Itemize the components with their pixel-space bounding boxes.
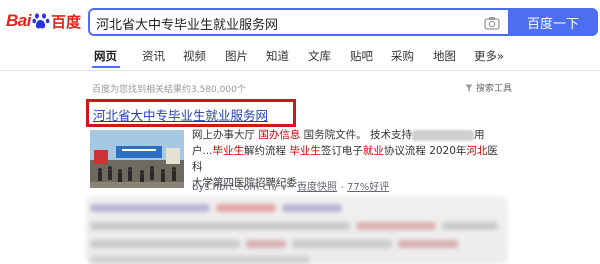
result-count: 百度为您找到相关结果约3,580,000个 (92, 85, 246, 95)
tab-video[interactable]: 视频 (183, 48, 206, 64)
tab-news[interactable]: 资讯 (142, 48, 165, 64)
abstract-line-2: 户...毕业生解约流程 毕业生签订电子就业协议流程 2020年河北医科 (192, 143, 502, 175)
result-url[interactable]: bys.hbrc.com.cn/ (192, 182, 278, 193)
snapshot-link[interactable]: 百度快照 (297, 182, 337, 193)
tabs-divider (0, 70, 600, 71)
abstract-highlight: 国办信息 (258, 129, 301, 141)
tab-images[interactable]: 图片 (225, 48, 248, 64)
dropdown-arrow-icon[interactable]: ▼ (281, 183, 287, 192)
baidu-logo[interactable]: Bai 百度 (6, 9, 82, 33)
abstract-highlight: 毕业生 (212, 145, 245, 157)
search-tools-button[interactable]: 搜索工具 (465, 81, 512, 94)
tab-tieba[interactable]: 贴吧 (350, 48, 373, 64)
abstract-text: 网上办事大厅 (192, 129, 259, 141)
abstract-line-1: 网上办事大厅 国办信息 国务院文件。 技术支持 用 (192, 127, 502, 143)
annotation-highlight-box: 河北省大中专毕业生就业服务网 (86, 99, 296, 127)
baidu-search-page: Bai 百度 百度一下 (0, 0, 600, 264)
search-box (88, 8, 508, 36)
paw-icon (32, 12, 50, 30)
tab-zhidao[interactable]: 知道 (266, 48, 289, 64)
logo-du-text: 百度 (50, 12, 81, 31)
result-meta: bys.hbrc.com.cn/ ▼ - 百度快照 - 77%好评 (192, 178, 389, 193)
camera-icon[interactable] (484, 15, 500, 30)
tab-map[interactable]: 地图 (433, 48, 456, 64)
abstract-highlight: 河北 (466, 145, 488, 157)
search-input[interactable] (96, 13, 476, 33)
result-thumbnail[interactable] (90, 130, 184, 188)
tab-caigou[interactable]: 采购 (391, 48, 414, 64)
separator: - (340, 182, 344, 193)
redacted-text (412, 129, 475, 141)
abstract-text: 签订电子 (320, 145, 363, 157)
abstract-text: 国务院文件。 技术支持 (300, 129, 413, 141)
search-button[interactable]: 百度一下 (508, 8, 598, 36)
rating-link[interactable]: 77%好评 (347, 182, 389, 193)
active-tab-indicator (92, 66, 120, 68)
tab-wenku[interactable]: 文库 (308, 48, 331, 64)
tab-web[interactable]: 网页 (94, 48, 117, 64)
tab-more[interactable]: 更多» (474, 48, 504, 64)
abstract-highlight: 毕业生 (289, 145, 321, 157)
search-header: Bai 百度 百度一下 (0, 0, 600, 40)
search-tabs: 网页 资讯 视频 图片 知道 文库 贴吧 采购 地图 更多» (0, 44, 600, 70)
logo-bai-text: Bai (6, 11, 31, 30)
abstract-highlight: 就业 (362, 145, 384, 157)
blurred-result (86, 196, 508, 264)
abstract-text: 用 (474, 129, 485, 141)
separator: - (290, 182, 294, 193)
search-tools-label: 搜索工具 (475, 84, 512, 94)
result-title-link[interactable]: 河北省大中专毕业生就业服务网 (93, 105, 268, 124)
abstract-text: 解约流程 (244, 145, 290, 157)
abstract-text: 协议流程 2020年 (383, 145, 467, 157)
funnel-icon (465, 84, 473, 91)
abstract-text: 户... (192, 145, 213, 157)
